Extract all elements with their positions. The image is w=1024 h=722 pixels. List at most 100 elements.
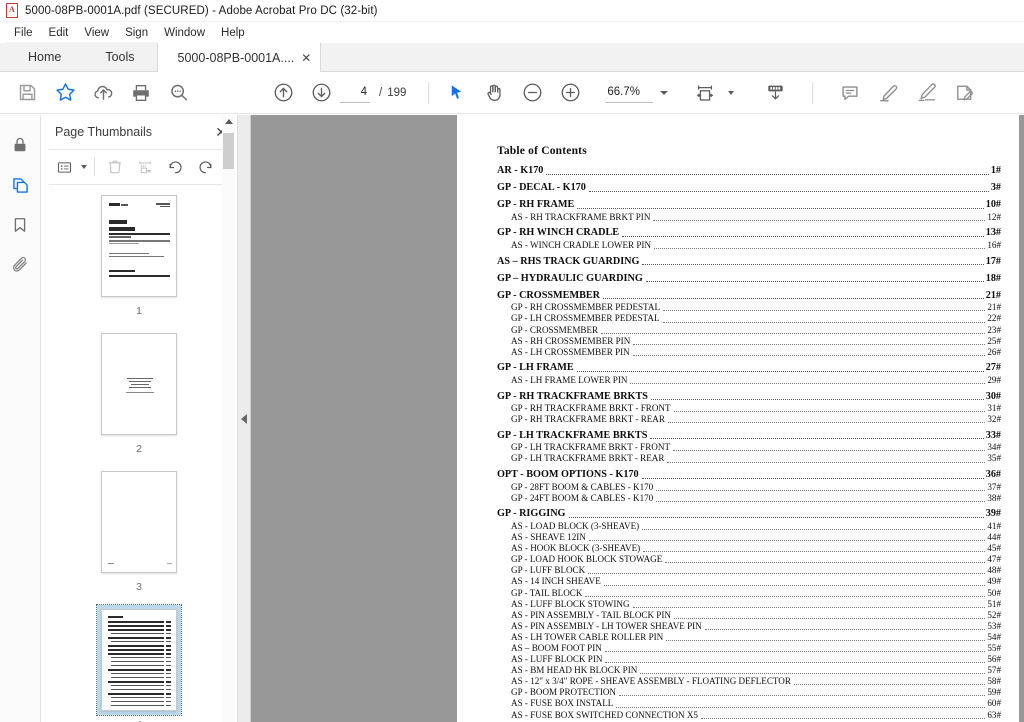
zoom-search-icon[interactable] bbox=[160, 74, 198, 112]
page-options-icon[interactable] bbox=[49, 153, 79, 181]
toc-entry[interactable]: AS - PIN ASSEMBLY - LH TOWER SHEAVE PIN 5… bbox=[497, 621, 1001, 632]
toc-entry[interactable]: OPT - BOOM OPTIONS - K170 36 # bbox=[497, 468, 1001, 482]
tab-tools[interactable]: Tools bbox=[83, 42, 157, 71]
zoom-in-icon[interactable] bbox=[551, 74, 589, 112]
toc-entry[interactable]: GP - DECAL - K170 3 # bbox=[497, 181, 1001, 195]
toc-entry[interactable]: GP - LH TRACKFRAME BRKTS 33 # bbox=[497, 429, 1001, 443]
zoom-level-input[interactable] bbox=[605, 82, 654, 103]
toc-entry[interactable]: GP - CROSSMEMBER 21 # bbox=[497, 289, 1001, 303]
menu-item-file[interactable]: File bbox=[6, 25, 41, 41]
toc-entry[interactable]: AS - FUSE BOX INSTALL 60 # bbox=[497, 698, 1001, 709]
toc-entry[interactable]: AS - BM HEAD HK BLOCK PIN 57 # bbox=[497, 665, 1001, 676]
thumbnail-frame[interactable] bbox=[97, 467, 181, 577]
toc-entry[interactable]: GP - BOOM PROTECTION 59 # bbox=[497, 687, 1001, 698]
toc-entry[interactable]: AS - 14 INCH SHEAVE 49 # bbox=[497, 576, 1001, 587]
toc-entry[interactable]: GP - RH FRAME 10 # bbox=[497, 198, 1001, 212]
toc-entry[interactable]: AS - LH CROSSMEMBER PIN 26 # bbox=[497, 347, 1001, 358]
chevron-down-icon[interactable] bbox=[660, 90, 669, 95]
print-icon[interactable] bbox=[122, 74, 160, 112]
menu-item-edit[interactable]: Edit bbox=[41, 25, 77, 41]
zoom-out-icon[interactable] bbox=[513, 74, 551, 112]
toc-entry[interactable]: GP - CROSSMEMBER 23 # bbox=[497, 325, 1001, 336]
toc-entry[interactable]: GP - LH TRACKFRAME BRKT - FRONT 34 # bbox=[497, 442, 1001, 453]
fit-page-icon[interactable] bbox=[686, 74, 724, 112]
toc-entry[interactable]: GP - 28FT BOOM & CABLES - K170 37 # bbox=[497, 482, 1001, 493]
arrow-down-circle-icon[interactable] bbox=[302, 74, 340, 112]
thumbnail-item[interactable]: 4 bbox=[41, 604, 237, 722]
toc-entry[interactable]: GP - LUFF BLOCK 48 # bbox=[497, 565, 1001, 576]
thumbnail-frame[interactable] bbox=[97, 191, 181, 301]
toc-entry[interactable]: AS - RH CROSSMEMBER PIN 25 # bbox=[497, 336, 1001, 347]
document-viewer[interactable]: Table of Contents AR - K170 1 # GP - DECAL … bbox=[251, 115, 1024, 722]
star-icon[interactable] bbox=[46, 74, 84, 112]
thumbnail-frame-selected[interactable] bbox=[96, 604, 182, 716]
security-lock-icon[interactable] bbox=[0, 125, 41, 165]
toc-entry[interactable]: AS - LH TOWER CABLE ROLLER PIN 54 # bbox=[497, 632, 1001, 643]
page-thumbnails-icon[interactable] bbox=[0, 165, 41, 205]
toc-entry[interactable]: AS - LH FRAME LOWER PIN 29 # bbox=[497, 375, 1001, 386]
toc-entry[interactable]: GP - LH TRACKFRAME BRKT - REAR 35 # bbox=[497, 453, 1001, 464]
toc-entry[interactable]: GP - LH CROSSMEMBER PEDESTAL 22 # bbox=[497, 313, 1001, 324]
toc-entry[interactable]: AS - LOAD BLOCK (3-SHEAVE) 41 # bbox=[497, 521, 1001, 532]
scroll-mode-icon[interactable] bbox=[756, 74, 794, 112]
thumbnail-item[interactable]: 2 bbox=[41, 329, 237, 463]
close-icon[interactable]: ✕ bbox=[301, 52, 311, 64]
request-signature-icon[interactable] bbox=[945, 74, 983, 112]
toc-entry[interactable]: AS - LUFF BLOCK STOWING 51 # bbox=[497, 599, 1001, 610]
thumbnail-list[interactable]: 1 2 3 bbox=[41, 185, 237, 722]
toc-entry[interactable]: AS - PIN ASSEMBLY - TAIL BLOCK PIN 52 # bbox=[497, 610, 1001, 621]
save-icon[interactable] bbox=[8, 74, 46, 112]
toc-entry[interactable]: AS - FUSE BOX SWITCHED CONNECTION X5 63 # bbox=[497, 710, 1001, 721]
sign-pen-icon[interactable] bbox=[907, 74, 945, 112]
toc-entry[interactable]: AS – RHS TRACK GUARDING 17 # bbox=[497, 255, 1001, 269]
tab-home[interactable]: Home bbox=[6, 42, 84, 71]
panel-collapse-handle[interactable] bbox=[238, 115, 251, 722]
chevron-down-icon[interactable] bbox=[728, 90, 735, 95]
toc-entry[interactable]: GP - RH TRACKFRAME BRKTS 30 # bbox=[497, 390, 1001, 404]
page-number-input[interactable] bbox=[340, 82, 370, 103]
attachments-icon[interactable] bbox=[0, 245, 41, 285]
highlight-icon[interactable] bbox=[869, 74, 907, 112]
extract-pages-icon[interactable] bbox=[130, 153, 160, 181]
toc-entry[interactable]: GP - RH TRACKFRAME BRKT - REAR 32 # bbox=[497, 414, 1001, 425]
menu-item-window[interactable]: Window bbox=[156, 25, 213, 41]
toc-entry[interactable]: AS – BOOM FOOT PIN 55 # bbox=[497, 643, 1001, 654]
toc-entry[interactable]: AR - K170 1 # bbox=[497, 164, 1001, 178]
select-cursor-icon[interactable] bbox=[437, 74, 475, 112]
toc-leader-dots bbox=[585, 595, 986, 597]
thumbnail-scrollbar[interactable] bbox=[222, 115, 235, 722]
comment-icon[interactable] bbox=[831, 74, 869, 112]
toc-entry[interactable]: AS - WINCH CRADLE LOWER PIN 16 # bbox=[497, 240, 1001, 251]
tab-document[interactable]: 5000-08PB-0001A.... ✕ bbox=[156, 42, 322, 72]
toc-entry[interactable]: GP - TAIL BLOCK 50 # bbox=[497, 588, 1001, 599]
toc-entry[interactable]: AS - RH TRACKFRAME BRKT PIN 12 # bbox=[497, 212, 1001, 223]
chevron-down-icon[interactable] bbox=[81, 165, 87, 169]
thumbnail-item[interactable]: 1 bbox=[41, 191, 237, 325]
toc-entry[interactable]: AS - LUFF BLOCK PIN 56 # bbox=[497, 654, 1001, 665]
toc-entry[interactable]: GP - RH CROSSMEMBER PEDESTAL 21 # bbox=[497, 302, 1001, 313]
scrollbar-thumb[interactable] bbox=[223, 133, 234, 169]
menu-item-sign[interactable]: Sign bbox=[117, 25, 156, 41]
toc-entry[interactable]: GP – HYDRAULIC GUARDING 18 # bbox=[497, 272, 1001, 286]
toc-entry[interactable]: GP - RIGGING 39 # bbox=[497, 507, 1001, 521]
hand-pan-icon[interactable] bbox=[475, 74, 513, 112]
chevron-up-icon[interactable] bbox=[224, 119, 233, 124]
toc-entry[interactable]: AS - 12" x 3/4" ROPE - SHEAVE ASSEMBLY -… bbox=[497, 676, 1001, 687]
toc-entry[interactable]: AS - SHEAVE 12IN 44 # bbox=[497, 532, 1001, 543]
arrow-up-circle-icon[interactable] bbox=[264, 74, 302, 112]
toc-entry[interactable]: AS - HOOK BLOCK (3-SHEAVE) 45 # bbox=[497, 543, 1001, 554]
menu-item-help[interactable]: Help bbox=[213, 25, 253, 41]
menu-item-view[interactable]: View bbox=[76, 25, 117, 41]
bookmarks-icon[interactable] bbox=[0, 205, 41, 245]
thumbnail-frame[interactable] bbox=[97, 329, 181, 439]
toc-entry[interactable]: GP - 24FT BOOM & CABLES - K170 38 # bbox=[497, 493, 1001, 504]
delete-pages-icon[interactable] bbox=[100, 153, 130, 181]
cloud-upload-icon[interactable] bbox=[84, 74, 122, 112]
toc-entry[interactable]: GP - LOAD HOOK BLOCK STOWAGE 47 # bbox=[497, 554, 1001, 565]
toc-entry[interactable]: GP - LH FRAME 27 # bbox=[497, 361, 1001, 375]
toc-entry[interactable]: GP - RH TRACKFRAME BRKT - FRONT 31 # bbox=[497, 403, 1001, 414]
rotate-counterclockwise-icon[interactable] bbox=[160, 153, 190, 181]
toc-entry[interactable]: GP - RH WINCH CRADLE 13 # bbox=[497, 226, 1001, 240]
rotate-clockwise-icon[interactable] bbox=[190, 153, 220, 181]
thumbnail-item[interactable]: 3 bbox=[41, 467, 237, 601]
